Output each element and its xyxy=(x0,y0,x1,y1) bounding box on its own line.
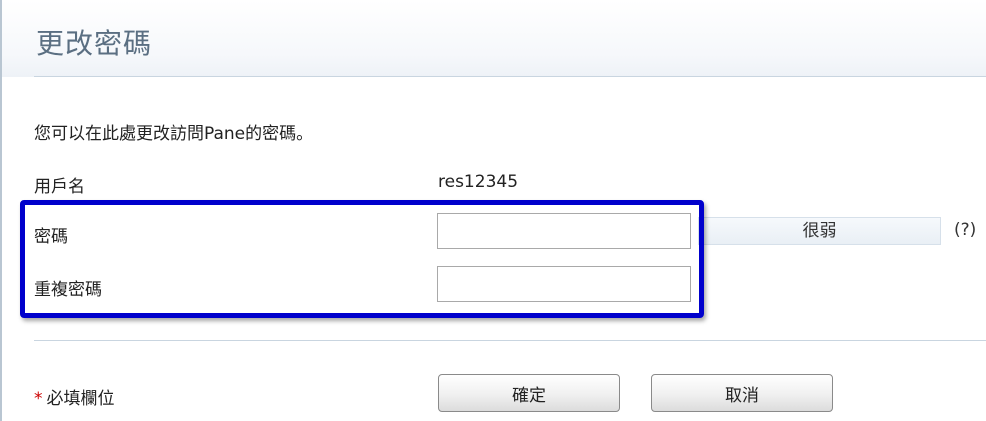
form-divider xyxy=(34,340,986,341)
ok-button[interactable]: 確定 xyxy=(438,374,620,412)
username-value: res12345 xyxy=(438,172,519,192)
title-divider xyxy=(34,76,986,77)
page-header: 更改密碼 xyxy=(2,0,986,77)
password-help-link[interactable]: (?) xyxy=(954,220,976,240)
page-title: 更改密碼 xyxy=(36,27,153,60)
required-star: * xyxy=(34,389,43,409)
required-fields-note: * 必填欄位 xyxy=(34,384,115,409)
page-description: 您可以在此處更改訪問Pane的密碼。 xyxy=(34,124,314,144)
repeat-password-input[interactable] xyxy=(437,266,691,302)
password-strength-indicator: 很弱 xyxy=(698,217,941,245)
required-fields-text: 必填欄位 xyxy=(46,389,115,409)
password-input[interactable] xyxy=(437,213,691,249)
password-label: 密碼 xyxy=(34,227,68,247)
repeat-password-label: 重複密碼 xyxy=(34,280,102,300)
cancel-button[interactable]: 取消 xyxy=(651,374,833,412)
username-label: 用戶名 xyxy=(34,177,85,197)
change-password-page: 更改密碼 您可以在此處更改訪問Pane的密碼。 用戶名 res12345 密碼 … xyxy=(0,0,986,421)
